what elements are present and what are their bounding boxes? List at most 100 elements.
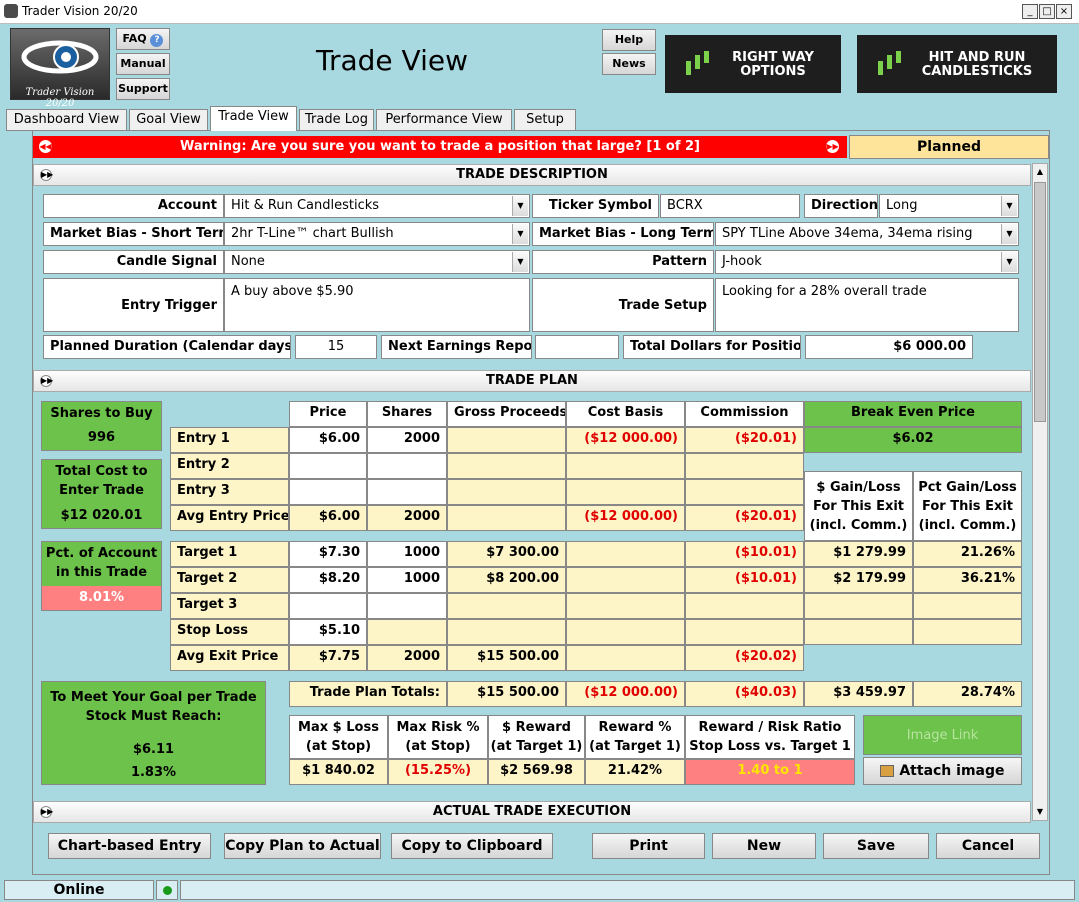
avg-exit-shares: 2000 xyxy=(367,645,447,671)
duration-input[interactable]: 15 xyxy=(295,335,377,359)
target2-shares-input[interactable]: 1000 xyxy=(367,567,447,593)
entry-trigger-label: Entry Trigger xyxy=(43,278,224,332)
tab-goal-view[interactable]: Goal View xyxy=(129,109,208,131)
collapse-icon[interactable]: ▶▶ xyxy=(40,806,53,818)
row-target1-label: Target 1 xyxy=(170,541,289,567)
entry1-shares-input[interactable]: 2000 xyxy=(367,427,447,453)
bias-short-label: Market Bias - Short Term xyxy=(43,222,224,246)
collapse-icon[interactable]: ▶▶ xyxy=(40,375,53,387)
total-dollars-input[interactable]: $6 000.00 xyxy=(805,335,973,359)
previous-warning-icon[interactable]: ◀◀ xyxy=(39,140,52,153)
warning-text: Warning: Are you sure you want to trade … xyxy=(179,139,701,154)
break-even-label: Break Even Price xyxy=(804,401,1022,427)
chevron-down-icon[interactable]: ▼ xyxy=(512,196,528,216)
direction-select[interactable]: Long ▼ xyxy=(879,194,1019,218)
candlestick-logo-icon xyxy=(878,51,901,75)
trade-plan-header[interactable]: ▶▶ TRADE PLAN xyxy=(33,370,1031,392)
tab-trade-log[interactable]: Trade Log xyxy=(299,109,374,131)
stop-loss-price-input[interactable]: $5.10 xyxy=(289,619,367,645)
print-button[interactable]: Print xyxy=(592,833,705,859)
maximize-button[interactable]: □ xyxy=(1039,4,1055,19)
help-circle-icon: ? xyxy=(150,34,164,47)
target3-shares-input[interactable] xyxy=(367,593,447,619)
target1-cost xyxy=(566,541,685,567)
reward-header: $ Reward (at Target 1) xyxy=(488,715,585,759)
account-select[interactable]: Hit & Run Candlesticks ▼ xyxy=(224,194,530,218)
minimize-button[interactable]: _ xyxy=(1022,4,1038,19)
scroll-down-icon[interactable]: ▼ xyxy=(1033,804,1047,820)
next-warning-icon[interactable]: ▶▶ xyxy=(826,140,839,153)
chevron-down-icon[interactable]: ▼ xyxy=(1001,252,1017,272)
news-button[interactable]: News xyxy=(602,53,656,75)
image-link-button[interactable]: Image Link xyxy=(863,715,1022,755)
target1-shares-input[interactable]: 1000 xyxy=(367,541,447,567)
earnings-label: Next Earnings Report xyxy=(381,335,532,359)
chevron-down-icon[interactable]: ▼ xyxy=(512,224,528,244)
ticker-input[interactable]: BCRX xyxy=(660,194,800,218)
avg-entry-gross xyxy=(447,505,566,531)
avg-exit-price: $7.75 xyxy=(289,645,367,671)
target1-commission: ($10.01) xyxy=(685,541,804,567)
reward-pct-header: Reward % (at Target 1) xyxy=(585,715,685,759)
total-cost-label-1: Total Cost to xyxy=(55,464,148,479)
support-button[interactable]: Support xyxy=(116,78,170,100)
pattern-select[interactable]: J-hook ▼ xyxy=(715,250,1019,274)
vertical-scrollbar[interactable]: ▲ ▼ xyxy=(1032,163,1048,821)
target2-price-input[interactable]: $8.20 xyxy=(289,567,367,593)
bias-long-select[interactable]: SPY TLine Above 34ema, 34ema rising ▼ xyxy=(715,222,1019,246)
target3-price-input[interactable] xyxy=(289,593,367,619)
entry1-price-input[interactable]: $6.00 xyxy=(289,427,367,453)
chevron-down-icon[interactable]: ▼ xyxy=(1001,196,1017,216)
pct-hdr-3: (incl. Comm.) xyxy=(918,518,1017,533)
tab-dashboard-view[interactable]: Dashboard View xyxy=(6,109,127,131)
candle-signal-select[interactable]: None ▼ xyxy=(224,250,530,274)
actual-execution-title: ACTUAL TRADE EXECUTION xyxy=(432,804,632,819)
tab-trade-view[interactable]: Trade View xyxy=(210,106,297,131)
window-title: Trader Vision 20/20 xyxy=(22,4,138,18)
entry2-shares-input[interactable] xyxy=(367,453,447,479)
faq-button[interactable]: FAQ ? xyxy=(116,28,170,50)
scroll-up-icon[interactable]: ▲ xyxy=(1033,164,1047,180)
entry-trigger-input[interactable]: A buy above $5.90 xyxy=(224,278,530,332)
online-status: Online xyxy=(4,880,154,900)
chart-based-entry-button[interactable]: Chart-based Entry xyxy=(48,833,211,859)
pct-account-box: Pct. of Account in this Trade 8.01% xyxy=(41,541,162,611)
tab-bar: Dashboard View Goal View Trade View Trad… xyxy=(0,106,1079,131)
help-button[interactable]: Help xyxy=(602,29,656,51)
entry2-price-input[interactable] xyxy=(289,453,367,479)
attach-image-button[interactable]: Attach image xyxy=(863,757,1022,785)
entry3-shares-input[interactable] xyxy=(367,479,447,505)
new-button[interactable]: New xyxy=(712,833,816,859)
right-way-options-banner[interactable]: RIGHT WAY OPTIONS xyxy=(665,35,841,93)
manual-button[interactable]: Manual xyxy=(116,53,170,75)
target1-price-input[interactable]: $7.30 xyxy=(289,541,367,567)
copy-plan-to-actual-button[interactable]: Copy Plan to Actual xyxy=(224,833,381,859)
reward-pct-hdr-1: Reward % xyxy=(598,720,672,735)
pct-hdr-2: For This Exit xyxy=(922,499,1013,514)
col-cost-header: Cost Basis xyxy=(566,401,685,427)
row-avg-exit-label: Avg Exit Price xyxy=(170,645,289,671)
close-button[interactable]: × xyxy=(1056,4,1072,19)
tab-performance-view[interactable]: Performance View xyxy=(376,109,512,131)
collapse-icon[interactable]: ▶▶ xyxy=(40,169,53,181)
trade-setup-input[interactable]: Looking for a 28% overall trade xyxy=(715,278,1019,332)
trade-description-header[interactable]: ▶▶ TRADE DESCRIPTION xyxy=(33,164,1031,186)
ratio-header: Reward / Risk Ratio Stop Loss vs. Target… xyxy=(685,715,855,759)
earnings-input[interactable] xyxy=(535,335,619,359)
tab-setup[interactable]: Setup xyxy=(514,109,576,131)
chevron-down-icon[interactable]: ▼ xyxy=(1001,224,1017,244)
chevron-down-icon[interactable]: ▼ xyxy=(512,252,528,272)
scrollbar-thumb[interactable] xyxy=(1034,182,1046,422)
entry3-price-input[interactable] xyxy=(289,479,367,505)
gain-loss-header: $ Gain/Loss For This Exit (incl. Comm.) xyxy=(804,471,913,541)
eye-icon xyxy=(21,40,99,74)
trade-setup-label: Trade Setup xyxy=(532,278,714,332)
bias-short-select[interactable]: 2hr T-Line™ chart Bullish ▼ xyxy=(224,222,530,246)
trade-view-panel: ◀◀ Warning: Are you sure you want to tra… xyxy=(32,130,1050,875)
hit-and-run-banner[interactable]: HIT AND RUN CANDLESTICKS xyxy=(857,35,1057,93)
cancel-button[interactable]: Cancel xyxy=(936,833,1040,859)
banner1-line1: RIGHT WAY xyxy=(732,50,814,65)
copy-to-clipboard-button[interactable]: Copy to Clipboard xyxy=(391,833,553,859)
save-button[interactable]: Save xyxy=(823,833,929,859)
actual-execution-header[interactable]: ▶▶ ACTUAL TRADE EXECUTION xyxy=(33,801,1031,823)
